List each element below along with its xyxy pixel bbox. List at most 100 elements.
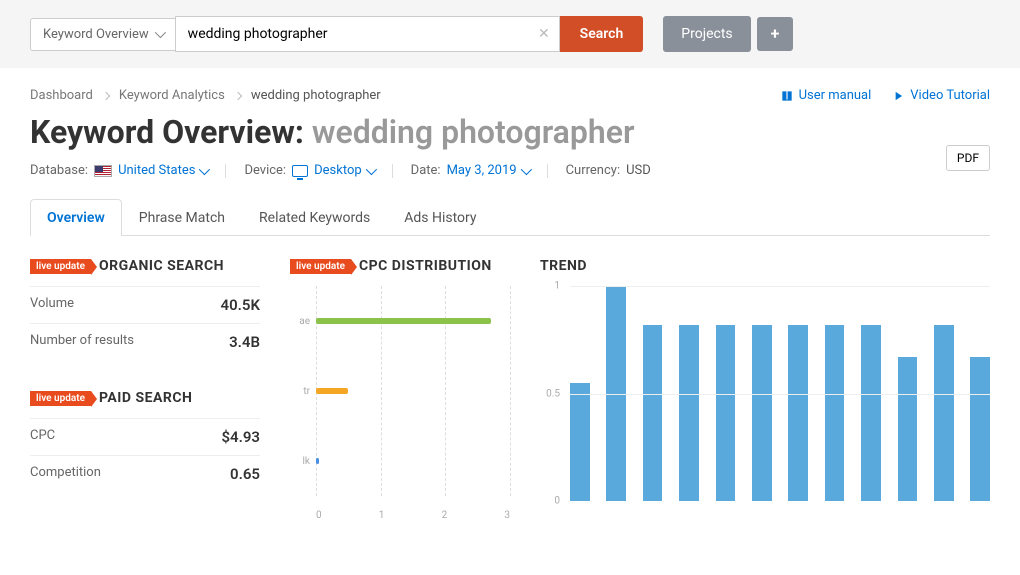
section-header: TREND [540, 258, 990, 274]
tab-related-keywords[interactable]: Related Keywords [242, 199, 387, 236]
trend-bar [606, 286, 626, 501]
filter-label: Database: [30, 163, 88, 178]
cpc-row: tr [290, 356, 510, 426]
search-button[interactable]: Search [560, 16, 644, 52]
tabs: Overview Phrase Match Related Keywords A… [30, 198, 990, 236]
section-title: ORGANIC SEARCH [99, 258, 224, 274]
filter-label: Device: [244, 163, 286, 178]
trend-bar [643, 325, 663, 501]
breadcrumb: Dashboard Keyword Analytics wedding phot… [30, 88, 381, 103]
database-value: United States [118, 163, 195, 178]
breadcrumb-item[interactable]: Keyword Analytics [119, 88, 225, 103]
trend-bar [752, 325, 772, 501]
chevron-right-icon [234, 91, 242, 99]
breadcrumb-row: Dashboard Keyword Analytics wedding phot… [30, 88, 990, 103]
trend-bar [934, 325, 954, 501]
trend-bar [861, 325, 881, 501]
stat-row: Competition 0.65 [30, 455, 260, 492]
cpc-category-label: lk [290, 456, 310, 467]
filter-label: Currency: [566, 163, 621, 178]
cpc-xtick: 1 [379, 510, 385, 521]
trend-bar [970, 357, 990, 501]
trend-bar [825, 325, 845, 501]
trend-bar [716, 325, 736, 501]
top-bar: Keyword Overview ✕ Search Projects + [0, 0, 1020, 68]
stat-label: Number of results [30, 333, 134, 351]
filter-device: Device: Desktop [244, 163, 373, 178]
add-project-button[interactable]: + [757, 17, 794, 51]
stat-label: CPC [30, 428, 55, 446]
cpc-category-label: ae [290, 316, 310, 327]
breadcrumb-item[interactable]: Dashboard [30, 88, 93, 103]
stat-value: $4.93 [221, 428, 260, 446]
clear-icon[interactable]: ✕ [538, 26, 550, 42]
stat-row: Number of results 3.4B [30, 323, 260, 360]
database-selector[interactable]: United States [118, 163, 207, 178]
filters: Database: United States Device: Desktop … [30, 163, 990, 178]
live-update-badge: live update [290, 259, 351, 274]
cpc-chart: aetrlk0123 [290, 286, 510, 516]
tab-ads-history[interactable]: Ads History [387, 199, 493, 236]
device-selector[interactable]: Desktop [314, 163, 374, 178]
divider [392, 164, 393, 178]
section-header: live update PAID SEARCH [30, 390, 260, 406]
page-title: Keyword Overview: wedding photographer [30, 113, 730, 151]
book-icon [780, 89, 794, 103]
user-manual-label: User manual [799, 88, 872, 103]
trend-ytick: 0.5 [546, 388, 560, 399]
divider [547, 164, 548, 178]
section-title: PAID SEARCH [99, 390, 192, 406]
trend-yaxis: 1 0.5 0 [540, 286, 565, 501]
scope-selector-label: Keyword Overview [43, 27, 149, 42]
cpc-row: lk [290, 426, 510, 496]
tab-phrase-match[interactable]: Phrase Match [122, 199, 242, 236]
cpc-row: ae [290, 286, 510, 356]
title-keyword: wedding photographer [312, 113, 635, 151]
live-update-badge: live update [30, 391, 91, 406]
panels: live update ORGANIC SEARCH Volume 40.5K … [30, 258, 990, 516]
panel-cpc: live update CPC DISTRIBUTION aetrlk0123 [290, 258, 510, 516]
stat-row: Volume 40.5K [30, 286, 260, 323]
section-title: TREND [540, 258, 587, 274]
filter-label: Date: [411, 163, 441, 178]
search-wrap: ✕ [175, 16, 560, 52]
video-tutorial-label: Video Tutorial [910, 88, 990, 103]
tab-overview[interactable]: Overview [30, 199, 122, 236]
date-selector[interactable]: May 3, 2019 [447, 163, 529, 178]
currency-value: USD [626, 163, 651, 178]
chevron-down-icon [199, 164, 210, 175]
chevron-down-icon [154, 27, 165, 38]
us-flag-icon [94, 165, 112, 177]
projects-button[interactable]: Projects [663, 16, 750, 52]
cpc-xtick: 3 [504, 510, 510, 521]
date-value: May 3, 2019 [447, 163, 517, 178]
trend-bar [679, 325, 699, 501]
cpc-bar [316, 388, 348, 394]
stat-value: 40.5K [221, 296, 260, 314]
section-header: live update ORGANIC SEARCH [30, 258, 260, 274]
panel-left: live update ORGANIC SEARCH Volume 40.5K … [30, 258, 260, 516]
stat-row: CPC $4.93 [30, 418, 260, 455]
trend-bar [898, 357, 918, 501]
section-header: live update CPC DISTRIBUTION [290, 258, 510, 274]
video-tutorial-link[interactable]: Video Tutorial [891, 88, 990, 103]
help-links: User manual Video Tutorial [780, 88, 990, 103]
live-update-badge: live update [30, 259, 91, 274]
content: Dashboard Keyword Analytics wedding phot… [0, 68, 1020, 536]
filter-currency: Currency: USD [566, 163, 651, 178]
pdf-export-button[interactable]: PDF [946, 145, 990, 171]
filter-database: Database: United States [30, 163, 207, 178]
scope-selector[interactable]: Keyword Overview [30, 18, 175, 51]
chevron-down-icon [365, 164, 376, 175]
section-title: CPC DISTRIBUTION [359, 258, 492, 274]
stat-value: 0.65 [230, 465, 260, 483]
user-manual-link[interactable]: User manual [780, 88, 872, 103]
cpc-xaxis: 0123 [290, 510, 510, 521]
device-value: Desktop [314, 163, 362, 178]
trend-chart: 1 0.5 0 [540, 286, 990, 516]
stat-label: Volume [30, 296, 74, 314]
trend-bar [570, 383, 590, 501]
cpc-bar [316, 318, 491, 324]
panel-trend: TREND 1 0.5 0 [540, 258, 990, 516]
search-input[interactable] [175, 16, 560, 52]
